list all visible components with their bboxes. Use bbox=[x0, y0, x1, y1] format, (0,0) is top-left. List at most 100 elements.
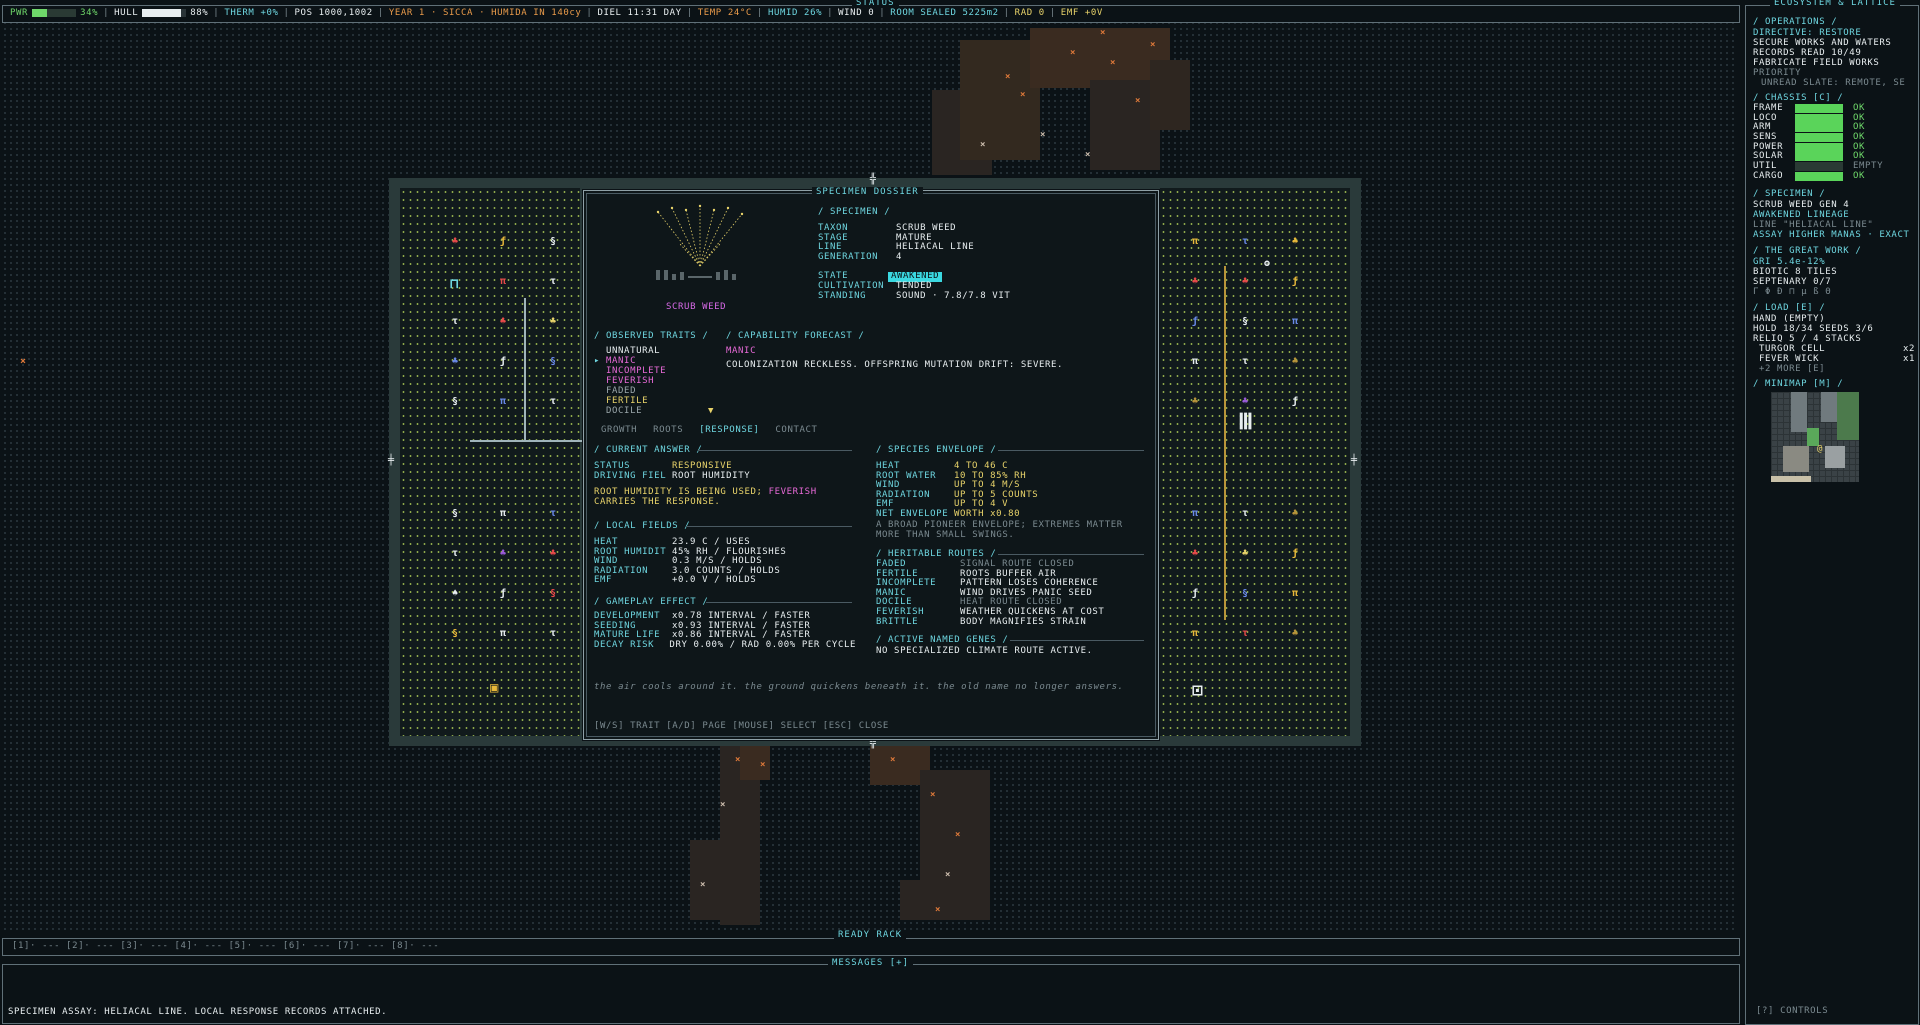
temp-readout: TEMP 24°C bbox=[697, 8, 752, 18]
tab-contact[interactable]: CONTACT bbox=[775, 425, 817, 435]
load-item[interactable]: FEVER WICK x1 bbox=[1753, 354, 1915, 364]
controls-hint[interactable]: [?] CONTROLS bbox=[1756, 1006, 1828, 1016]
trait-name: INCOMPLETE bbox=[606, 366, 667, 376]
priority-line[interactable]: UNREAD SLATE: REMOTE, SE bbox=[1753, 78, 1915, 88]
priority-label: PRIORITY bbox=[1753, 68, 1802, 78]
plant-label: SCRUB WEED bbox=[666, 302, 727, 312]
chassis-health-bar bbox=[1793, 142, 1843, 152]
envelope-row-key: NET ENVELOPE bbox=[876, 508, 949, 519]
pwr-gauge-fill bbox=[32, 9, 48, 17]
load-more[interactable]: +2 MORE [E] bbox=[1753, 364, 1915, 374]
specimen-header: / SPECIMEN / bbox=[1753, 189, 1826, 199]
operations-line: RECORDS READ 10/49 bbox=[1753, 48, 1862, 58]
ready-rack-slots[interactable]: [1]· --- [2]· --- [3]· --- [4]· --- [5]·… bbox=[12, 941, 439, 951]
dossier-controls[interactable]: [W/S] TRAIT [A/D] PAGE [MOUSE] SELECT [E… bbox=[594, 721, 889, 731]
diel-readout: DIEL 11:31 DAY bbox=[597, 8, 682, 18]
map-marker: × bbox=[20, 356, 27, 367]
tab-roots[interactable]: ROOTS bbox=[653, 425, 683, 435]
trait-item[interactable]: FERTILE bbox=[594, 396, 724, 406]
standing-row: STANDING SOUND · 7.8/7.8 VIT bbox=[818, 290, 1011, 301]
scroll-down-icon[interactable]: ▼ bbox=[708, 406, 714, 416]
door-right-icon[interactable]: ╪ bbox=[1351, 455, 1358, 466]
plant-sketch bbox=[650, 204, 750, 286]
year-readout: YEAR 1 · SICCA · HUMIDA IN 140cy bbox=[388, 8, 582, 18]
active-genes: / ACTIVE NAMED GENES / NO SPECIALIZED CL… bbox=[876, 634, 1146, 656]
forecast-trait: MANIC bbox=[726, 346, 757, 356]
operations-line: DIRECTIVE: RESTORE bbox=[1753, 28, 1862, 38]
trait-name: MANIC bbox=[606, 356, 637, 366]
flavor-text: the air cools around it. the ground quic… bbox=[594, 682, 1124, 692]
chassis-row[interactable]: LOCO OK bbox=[1753, 113, 1915, 124]
operations-line: FABRICATE FIELD WORKS bbox=[1753, 58, 1880, 68]
hull-gauge-fill bbox=[142, 9, 181, 17]
chassis-row[interactable]: CARGO OK bbox=[1753, 171, 1915, 182]
specimen-field: TAXON SCRUB WEED bbox=[818, 223, 1138, 234]
capability-forecast: / CAPABILITY FORECAST / MANIC COLONIZATI… bbox=[726, 330, 1146, 370]
load-line: HOLD 18/34 SEEDS 3/6 bbox=[1753, 324, 1874, 334]
specimen-field: GENERATION 4 bbox=[818, 251, 1138, 263]
chassis-row[interactable]: SOLAR OK bbox=[1753, 152, 1915, 162]
machine-icon[interactable]: ⊓ bbox=[450, 276, 459, 292]
current-answer: / CURRENT ANSWER / STATUS RESPONSIVE DRIV… bbox=[594, 444, 856, 507]
tab-growth[interactable]: GROWTH bbox=[601, 425, 637, 435]
chassis-health-bar bbox=[1793, 171, 1843, 181]
local-fields: / LOCAL FIELDS / HEAT 23.9 C / USES ROOT H… bbox=[594, 520, 856, 586]
trait-name: FADED bbox=[606, 386, 637, 396]
local-field-row: EMF +0.0 V / HOLDS bbox=[594, 576, 856, 586]
great-work-header: / THE GREAT WORK / bbox=[1753, 246, 1862, 256]
specimen-field-key: GENERATION bbox=[818, 251, 879, 262]
tab-response[interactable]: [RESPONSE] bbox=[699, 425, 759, 435]
hull-value: 88% bbox=[190, 8, 209, 18]
specimen-line: LINE "HELIACAL LINE" bbox=[1753, 220, 1874, 230]
route-row: BRITTLE BODY MAGNIFIES STRAIN bbox=[876, 616, 1146, 628]
pos-readout: POS 1000,1002 bbox=[294, 8, 373, 18]
species-envelope: / SPECIES ENVELOPE / HEAT 4 TO 46 C ROOT W… bbox=[876, 444, 1146, 540]
minimap-section[interactable]: / MINIMAP [M] / @ bbox=[1753, 378, 1915, 482]
minimap[interactable]: @ bbox=[1771, 392, 1859, 482]
load-section[interactable]: / LOAD [E] / HAND (EMPTY) HOLD 18/34 SEE… bbox=[1753, 302, 1915, 374]
specimen-line: SCRUB WEED GEN 4 bbox=[1753, 200, 1850, 210]
answer-note: ROOT HUMIDITY IS BEING USED; FEVERISH bbox=[594, 487, 817, 498]
envelope-row: RADIATION UP TO 5 COUNTS bbox=[876, 490, 1146, 501]
great-work-line: BIOTIC 8 TILES bbox=[1753, 267, 1838, 277]
trait-item[interactable]: FEVERISH bbox=[594, 376, 724, 386]
envelope-note: A BROAD PIONEER ENVELOPE; EXTREMES MATTE… bbox=[876, 519, 1123, 530]
load-item[interactable]: TURGOR CELL x2 bbox=[1753, 344, 1915, 354]
pipe-horizontal-left bbox=[470, 440, 582, 442]
trait-item[interactable]: ▸ MANIC bbox=[594, 356, 724, 366]
messages-title[interactable]: MESSAGES [+] bbox=[828, 958, 914, 968]
status-title: STATUS bbox=[852, 0, 899, 8]
trait-item[interactable]: FADED bbox=[594, 386, 724, 396]
ecosystem-title: ECOSYSTEM & LATTICE bbox=[1770, 0, 1900, 8]
chassis-section[interactable]: / CHASSIS [C] / FRAME OK LOCO OK ARM OK SENS OK… bbox=[1753, 92, 1915, 182]
local-field-row-value: +0.0 V / HOLDS bbox=[672, 575, 757, 586]
great-work-line: SEPTENARY 0/7 bbox=[1753, 277, 1832, 287]
trait-item[interactable]: DOCILE bbox=[594, 406, 724, 416]
great-work-line: GRI 5.4e-12% bbox=[1753, 257, 1826, 267]
chassis-row[interactable]: FRAME OK bbox=[1753, 103, 1915, 114]
vessel-icon[interactable]: ⊡ bbox=[1192, 680, 1203, 701]
trait-name: UNNATURAL bbox=[606, 346, 661, 356]
status-bar-content: PWR 34% | HULL 88% | THERM +0% | POS 100… bbox=[10, 8, 1103, 18]
chassis-row[interactable]: ARM OK bbox=[1753, 123, 1915, 133]
pillar-icon[interactable]: Ⅲ bbox=[1238, 410, 1254, 435]
trait-item[interactable]: INCOMPLETE bbox=[594, 366, 724, 376]
chassis-health-bar bbox=[1793, 104, 1843, 113]
operations-line: SECURE WORKS AND WATERS bbox=[1753, 38, 1892, 48]
observed-traits-header: / OBSERVED TRAITS / bbox=[594, 331, 709, 341]
trait-item[interactable]: UNNATURAL bbox=[594, 346, 724, 356]
chassis-health-bar bbox=[1793, 113, 1843, 123]
driving-row: DRIVING FIEL ROOT HUMIDITY bbox=[594, 470, 751, 481]
pipe-vertical-left bbox=[524, 298, 526, 440]
room-floor-right[interactable] bbox=[1160, 188, 1350, 736]
room-floor-left[interactable] bbox=[400, 188, 580, 736]
envelope-note: MORE THAN SMALL SWINGS. bbox=[876, 529, 1015, 540]
door-left-icon[interactable]: ╪ bbox=[388, 455, 395, 466]
chassis-health-bar bbox=[1793, 133, 1843, 143]
trait-name: FERTILE bbox=[606, 396, 649, 406]
route-row-value: BODY MAGNIFIES STRAIN bbox=[960, 616, 1087, 627]
selected-trait-cursor-icon: ▸ bbox=[594, 356, 601, 366]
load-header: / LOAD [E] / bbox=[1753, 303, 1826, 313]
fabricator-icon[interactable]: ▣ bbox=[490, 680, 499, 696]
door-top-icon[interactable]: ╬ bbox=[870, 174, 877, 185]
